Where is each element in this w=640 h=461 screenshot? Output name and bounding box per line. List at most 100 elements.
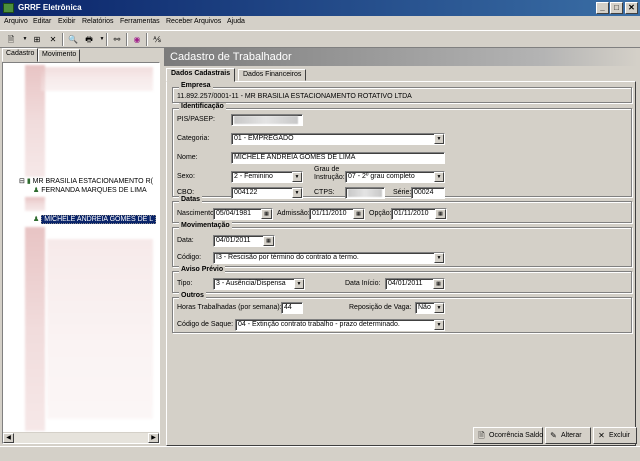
worker-tree[interactable]: ⊟ ▮ MR BRASILIA ESTACIONAMENTO R( ♟ FERN… bbox=[2, 62, 160, 444]
calendar-icon[interactable]: ▦ bbox=[263, 236, 274, 246]
grau-select[interactable]: 07 - 2º grau completo ▼ bbox=[345, 171, 445, 183]
serie-input[interactable]: 00024 bbox=[411, 187, 445, 199]
excluir-button[interactable]: ✕ Excluir bbox=[593, 427, 637, 444]
calendar-icon[interactable]: ▦ bbox=[433, 279, 444, 289]
tree-node-worker[interactable]: ♟ FERNANDA MARQUES DE LIMA bbox=[33, 186, 147, 194]
blurred-tree-content bbox=[25, 227, 45, 431]
sexo-value: 2 - Feminino bbox=[234, 173, 273, 180]
new-document-icon[interactable]: 🗎 bbox=[4, 33, 18, 46]
horizontal-scrollbar[interactable]: ◀ ▶ bbox=[3, 432, 159, 443]
tree-expand-icon[interactable]: ⊟ bbox=[19, 178, 25, 185]
ocorrencia-saldo-label: Ocorrência Saldo bbox=[489, 432, 544, 439]
saque-select[interactable]: 04 - Extinção contrato trabalho - prazo … bbox=[235, 319, 445, 331]
help-icon[interactable]: ⅍ bbox=[150, 33, 164, 46]
print-icon[interactable]: 🖶 bbox=[82, 33, 96, 46]
ctps-input[interactable] bbox=[345, 187, 385, 199]
chevron-down-icon[interactable]: ▼ bbox=[434, 253, 444, 263]
nascimento-date-input[interactable]: 05/04/1981 ▦ bbox=[213, 208, 273, 220]
group-title: Datas bbox=[179, 196, 203, 203]
chevron-down-icon[interactable]: ▼ bbox=[434, 134, 444, 144]
tab-dados-financeiros[interactable]: Dados Financeiros bbox=[238, 69, 307, 81]
blurred-tree-content bbox=[47, 239, 153, 419]
admissao-date-input[interactable]: 01/11/2010 ▦ bbox=[309, 208, 365, 220]
company-label: MR BRASILIA ESTACIONAMENTO R( bbox=[32, 178, 153, 185]
tab-dados-cadastrais[interactable]: Dados Cadastrais bbox=[166, 68, 236, 82]
horas-input[interactable]: 44 bbox=[281, 302, 303, 314]
chevron-down-icon[interactable]: ▼ bbox=[434, 303, 444, 313]
mov-codigo-value: I3 - Rescisão por término do contrato a … bbox=[216, 254, 359, 261]
calendar-icon[interactable]: ▦ bbox=[353, 209, 364, 219]
menu-relatorios[interactable]: Relatórios bbox=[82, 18, 114, 25]
categoria-label: Categoria: bbox=[177, 135, 210, 142]
binoculars-icon[interactable]: ⚯ bbox=[110, 33, 124, 46]
tab-cadastro[interactable]: Cadastro bbox=[2, 48, 39, 62]
chevron-down-icon[interactable]: ▼ bbox=[292, 172, 302, 182]
reposicao-label: Reposição de Vaga: bbox=[349, 304, 412, 311]
menu-ferramentas[interactable]: Ferramentas bbox=[120, 18, 160, 25]
tab-movimento[interactable]: Movimento bbox=[38, 49, 81, 62]
categoria-select[interactable]: 01 - EMPREGADO ▼ bbox=[231, 133, 445, 145]
maximize-button[interactable]: □ bbox=[610, 2, 623, 14]
tree-node-worker-selected[interactable]: ♟ MICHELE ANDREIA GOMES DE L bbox=[33, 215, 157, 224]
menu-receber-arquivos[interactable]: Receber Arquivos bbox=[166, 18, 221, 25]
app-icon bbox=[3, 3, 14, 13]
pis-label: PIS/PASEP: bbox=[177, 116, 215, 123]
disc-icon[interactable]: ◉ bbox=[130, 33, 144, 46]
tree-node-company[interactable]: ⊟ ▮ MR BRASILIA ESTACIONAMENTO R( bbox=[19, 177, 153, 185]
title-bar: GRRF Eletrônica _ □ ✕ bbox=[0, 0, 640, 16]
person-icon: ♟ bbox=[33, 216, 40, 223]
reposicao-value: Não bbox=[418, 304, 431, 311]
mov-data-input[interactable]: 04/01/2011 ▦ bbox=[213, 235, 275, 247]
menu-exibir[interactable]: Exibir bbox=[58, 18, 76, 25]
calendar-icon[interactable]: ▦ bbox=[435, 209, 446, 219]
group-title: Identificação bbox=[179, 103, 226, 110]
horas-value: 44 bbox=[284, 304, 292, 311]
chevron-down-icon[interactable]: ▼ bbox=[434, 320, 444, 330]
page-title: Cadastro de Trabalhador bbox=[164, 48, 638, 66]
pis-input[interactable] bbox=[231, 114, 303, 126]
calendar-icon[interactable]: ▦ bbox=[261, 209, 272, 219]
menu-editar[interactable]: Editar bbox=[33, 18, 51, 25]
toolbar-separator bbox=[106, 33, 108, 46]
nome-input[interactable]: MICHELE ANDREIA GOMES DE LIMA bbox=[231, 152, 445, 164]
aviso-tipo-label: Tipo: bbox=[177, 280, 193, 287]
edit-icon: ✎ bbox=[550, 431, 557, 440]
menu-ajuda[interactable]: Ajuda bbox=[227, 18, 245, 25]
sexo-select[interactable]: 2 - Feminino ▼ bbox=[231, 171, 303, 183]
alterar-button[interactable]: ✎ Alterar bbox=[545, 427, 591, 444]
tab-content: Empresa 11.892.257/0001-11 - MR BRASILIA… bbox=[166, 81, 636, 446]
scroll-left-icon[interactable]: ◀ bbox=[3, 433, 14, 443]
aviso-inicio-date-input[interactable]: 04/01/2011 ▦ bbox=[385, 278, 445, 290]
admissao-value: 01/11/2010 bbox=[312, 210, 347, 217]
cbo-select[interactable]: 004122 ▼ bbox=[231, 187, 303, 199]
toolbar-separator bbox=[126, 33, 128, 46]
scroll-right-icon[interactable]: ▶ bbox=[148, 433, 159, 443]
reposicao-select[interactable]: Não ▼ bbox=[415, 302, 445, 314]
chevron-down-icon[interactable]: ▼ bbox=[294, 279, 304, 289]
blurred-tree-content bbox=[41, 67, 153, 91]
grau-label-2: Instrução: bbox=[314, 174, 345, 181]
chevron-down-icon[interactable]: ▼ bbox=[434, 172, 444, 182]
aviso-inicio-label: Data Início: bbox=[345, 280, 381, 287]
opcao-date-input[interactable]: 01/11/2010 ▦ bbox=[391, 208, 447, 220]
search-icon[interactable]: 🔍 bbox=[66, 33, 80, 46]
close-button[interactable]: ✕ bbox=[625, 2, 638, 14]
aviso-tipo-select[interactable]: 3 - Ausência/Dispensa ▼ bbox=[213, 278, 305, 290]
delete-icon[interactable]: ✕ bbox=[46, 33, 60, 46]
mov-codigo-select[interactable]: I3 - Rescisão por término do contrato a … bbox=[213, 252, 445, 264]
minimize-button[interactable]: _ bbox=[596, 2, 609, 14]
import-icon[interactable]: ⊞ bbox=[30, 33, 44, 46]
window-title: GRRF Eletrônica bbox=[18, 3, 82, 12]
chevron-down-icon[interactable]: ▼ bbox=[292, 188, 302, 198]
opcao-value: 01/11/2010 bbox=[394, 210, 429, 217]
nascimento-value: 05/04/1981 bbox=[216, 210, 252, 217]
ocorrencia-saldo-button[interactable]: 🗎 Ocorrência Saldo bbox=[473, 427, 543, 444]
cbo-label: CBO: bbox=[177, 189, 195, 196]
admissao-label: Admissão: bbox=[277, 210, 310, 217]
nascimento-label: Nascimento: bbox=[177, 210, 216, 217]
group-title: Movimentação bbox=[179, 222, 232, 229]
group-title: Empresa bbox=[179, 82, 213, 89]
group-title: Aviso Prévio bbox=[179, 266, 226, 273]
menu-arquivo[interactable]: Arquivo bbox=[4, 18, 28, 25]
mov-data-value: 04/01/2011 bbox=[216, 237, 251, 244]
